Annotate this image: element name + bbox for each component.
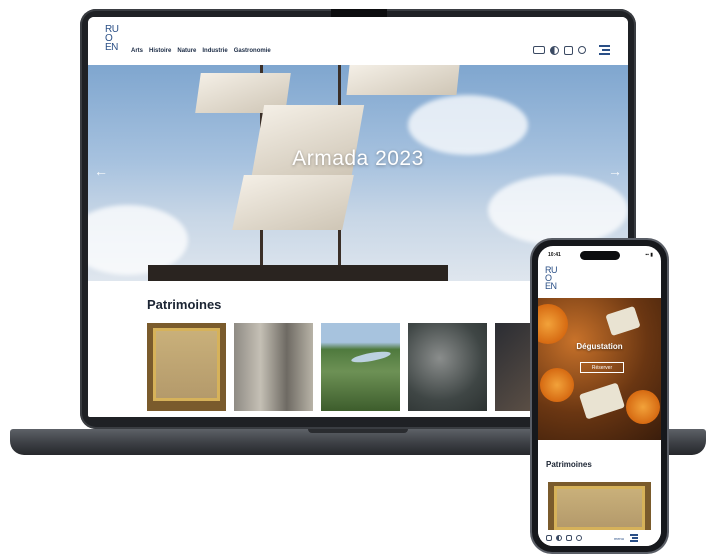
phone-hero: Dégustation Réserver xyxy=(538,298,661,440)
header-tools xyxy=(533,45,610,55)
carousel-next-arrow-icon[interactable]: → xyxy=(608,163,622,179)
orange-slice xyxy=(538,304,568,344)
hero-title: Armada 2023 xyxy=(292,147,424,170)
gallery-thumb-architecture[interactable] xyxy=(234,323,313,411)
status-time: 10:41 xyxy=(548,252,561,258)
cloud xyxy=(408,95,528,155)
nav-item-arts[interactable]: Arts xyxy=(131,48,143,54)
nav-item-nature[interactable]: Nature xyxy=(177,48,196,54)
cheese-slice xyxy=(605,305,641,337)
search-icon[interactable] xyxy=(578,46,586,54)
phone-site-logo[interactable]: RU O EN xyxy=(545,266,563,291)
dynamic-island xyxy=(580,251,620,260)
bag-icon[interactable] xyxy=(566,535,572,541)
carousel-prev-arrow-icon[interactable]: ← xyxy=(94,163,108,179)
main-nav: Arts Histoire Nature Industrie Gastronom… xyxy=(131,48,271,54)
search-icon[interactable] xyxy=(576,535,582,541)
gallery-thumb-landscape[interactable] xyxy=(321,323,400,411)
mail-icon[interactable] xyxy=(546,535,552,541)
site-logo[interactable]: RU O EN xyxy=(105,25,123,53)
section-title-patrimoines: Patrimoines xyxy=(147,297,222,312)
orange-slice xyxy=(626,390,660,424)
menu-label[interactable]: menu xyxy=(614,536,624,541)
menu-icon[interactable] xyxy=(630,534,639,542)
nav-item-histoire[interactable]: Histoire xyxy=(149,48,171,54)
bag-icon[interactable] xyxy=(564,45,573,55)
orange-slice xyxy=(540,368,574,402)
phone-toolbar: menu xyxy=(538,530,661,546)
cloud xyxy=(488,175,628,245)
ship-hull xyxy=(148,265,448,281)
logo-line-3: EN xyxy=(545,281,557,291)
menu-icon[interactable] xyxy=(599,45,610,55)
phone-device: 10:41 ▪▪ ▮ RU O EN Dégustation Réserver … xyxy=(532,240,667,552)
contrast-icon[interactable] xyxy=(556,535,562,541)
ship-sail xyxy=(232,175,354,230)
status-indicators: ▪▪ ▮ xyxy=(645,252,653,258)
phone-section-title: Patrimoines xyxy=(546,460,592,469)
ship-sail xyxy=(346,65,460,95)
gallery-thumb-machinery[interactable] xyxy=(408,323,487,411)
nav-item-gastronomie[interactable]: Gastronomie xyxy=(234,48,271,54)
cheese-slice xyxy=(578,382,626,420)
gallery-thumb-painting[interactable] xyxy=(147,323,226,411)
phone-hero-button[interactable]: Réserver xyxy=(580,362,624,373)
phone-gallery-thumb-painting[interactable] xyxy=(548,482,651,534)
phone-screen: 10:41 ▪▪ ▮ RU O EN Dégustation Réserver … xyxy=(538,246,661,546)
laptop-groove xyxy=(308,429,408,433)
mail-icon[interactable] xyxy=(533,46,545,54)
site-header: RU O EN Arts Histoire Nature Industrie G… xyxy=(88,17,628,65)
contrast-icon[interactable] xyxy=(550,45,559,55)
nav-item-industrie[interactable]: Industrie xyxy=(202,48,227,54)
patrimoines-gallery xyxy=(147,323,574,411)
logo-line-3: EN xyxy=(105,42,118,53)
phone-hero-title: Dégustation xyxy=(576,342,623,351)
